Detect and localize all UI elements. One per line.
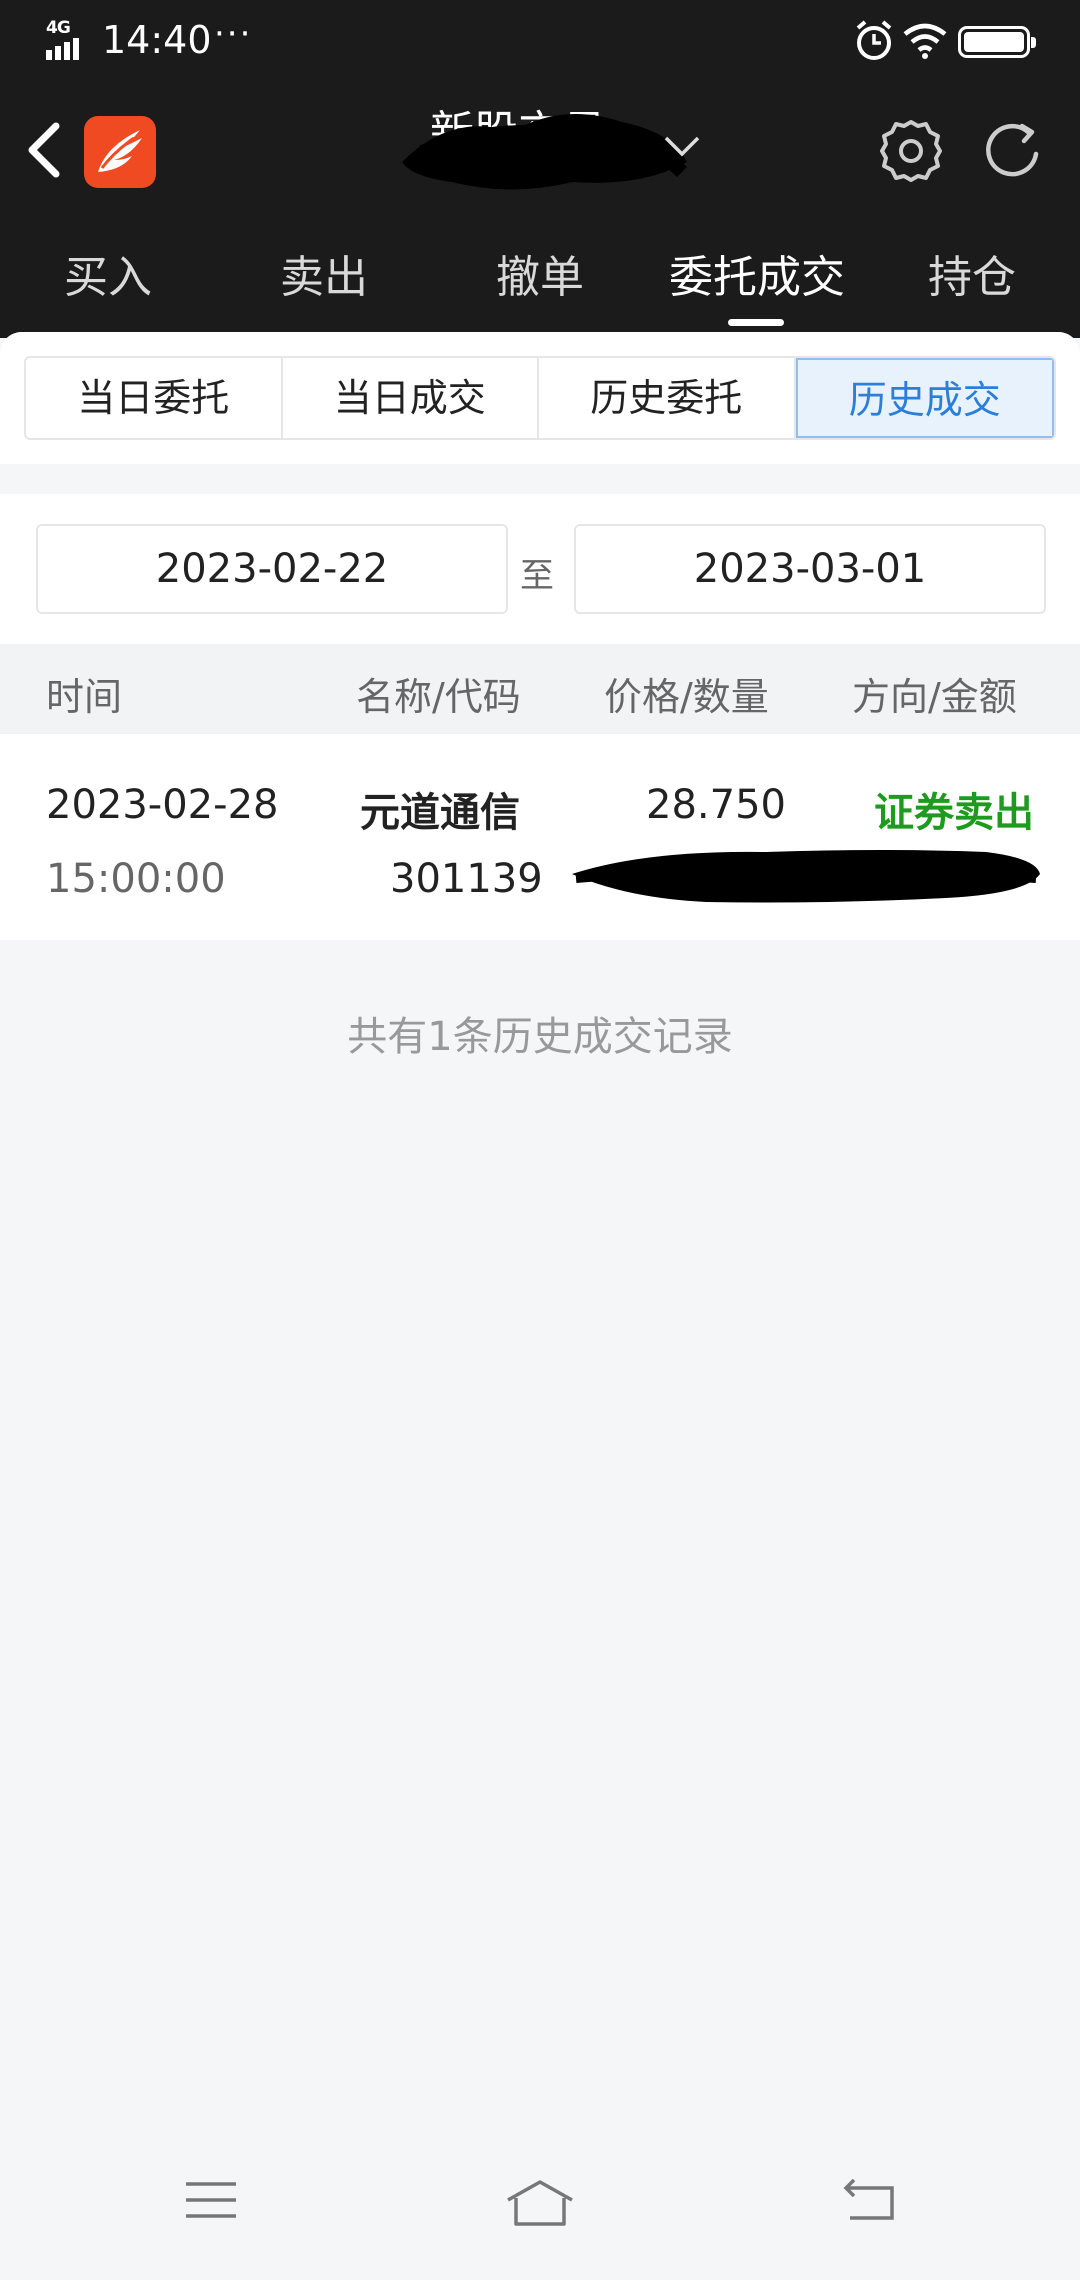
row-direction: 证券卖出	[874, 790, 1034, 836]
tab-buy[interactable]: 买入	[8, 238, 208, 328]
tab-label: 买入	[64, 252, 152, 303]
content-sheet: 当日委托 当日成交 历史委托 历史成交 2023-02-22 至 2023-03…	[0, 332, 1080, 2280]
tab-label: 撤单	[496, 252, 584, 303]
table-header: 时间 名称/代码 价格/数量 方向/金额	[0, 644, 1080, 734]
header-time: 时间	[46, 675, 123, 719]
date-range: 2023-02-22 至 2023-03-01	[0, 494, 1080, 644]
header-price-qty: 价格/数量	[604, 675, 769, 719]
app-logo-icon[interactable]	[84, 116, 156, 188]
back-icon[interactable]	[22, 118, 66, 182]
refresh-icon[interactable]	[978, 116, 1048, 186]
tab-cancel[interactable]: 撤单	[440, 238, 640, 328]
alarm-icon	[856, 20, 892, 60]
network-type: 4G	[46, 18, 71, 38]
table-row[interactable]: 2023-02-28 15:00:00 元道通信 301139 28.750 证…	[0, 734, 1080, 940]
segment-history-orders[interactable]: 历史委托	[539, 358, 796, 438]
row-price: 28.750	[646, 782, 786, 828]
system-nav-bar	[0, 2150, 1080, 2280]
tab-label: 委托成交	[669, 252, 845, 303]
segment-today-orders[interactable]: 当日委托	[26, 358, 283, 438]
header-name-code: 名称/代码	[356, 675, 521, 719]
trade-tabs: 买入 卖出 撤单 委托成交 持仓	[0, 238, 1080, 328]
tab-indicator	[728, 319, 784, 326]
tab-label: 持仓	[928, 252, 1016, 303]
tab-sell[interactable]: 卖出	[224, 238, 424, 328]
redaction-mark	[572, 850, 1040, 903]
header-direction-amount: 方向/金额	[852, 675, 1017, 719]
signal-icon: 4G	[46, 18, 92, 60]
status-time: 14:40	[102, 18, 212, 62]
row-stock-code: 301139	[390, 856, 543, 902]
top-bar: 4G 14:40 ··· 新股交易	[0, 0, 1080, 338]
end-date-field[interactable]: 2023-03-01	[574, 524, 1046, 614]
status-more: ···	[214, 14, 253, 54]
row-date: 2023-02-28	[46, 782, 279, 828]
segment-history-deals[interactable]: 历史成交	[795, 358, 1054, 438]
return-icon[interactable]	[842, 2178, 896, 2224]
wifi-icon	[903, 23, 947, 59]
gear-icon[interactable]	[876, 116, 946, 186]
date-separator: 至	[520, 556, 554, 596]
segment-bar: 当日委托 当日成交 历史委托 历史成交	[0, 332, 1080, 464]
menu-icon[interactable]	[184, 2178, 238, 2222]
tab-orders-deals[interactable]: 委托成交	[642, 238, 872, 328]
record-count: 共有1条历史成交记录	[347, 1014, 733, 1060]
tab-positions[interactable]: 持仓	[872, 238, 1072, 328]
status-bar: 4G 14:40 ···	[0, 0, 1080, 84]
battery-icon	[958, 26, 1036, 58]
row-time: 15:00:00	[46, 856, 226, 902]
row-stock-name: 元道通信	[360, 790, 520, 836]
chevron-down-icon[interactable]	[662, 134, 702, 160]
segment-today-deals[interactable]: 当日成交	[283, 358, 539, 438]
tab-label: 卖出	[280, 252, 368, 303]
home-icon[interactable]	[504, 2178, 576, 2228]
redaction-mark	[402, 114, 687, 190]
start-date-field[interactable]: 2023-02-22	[36, 524, 508, 614]
